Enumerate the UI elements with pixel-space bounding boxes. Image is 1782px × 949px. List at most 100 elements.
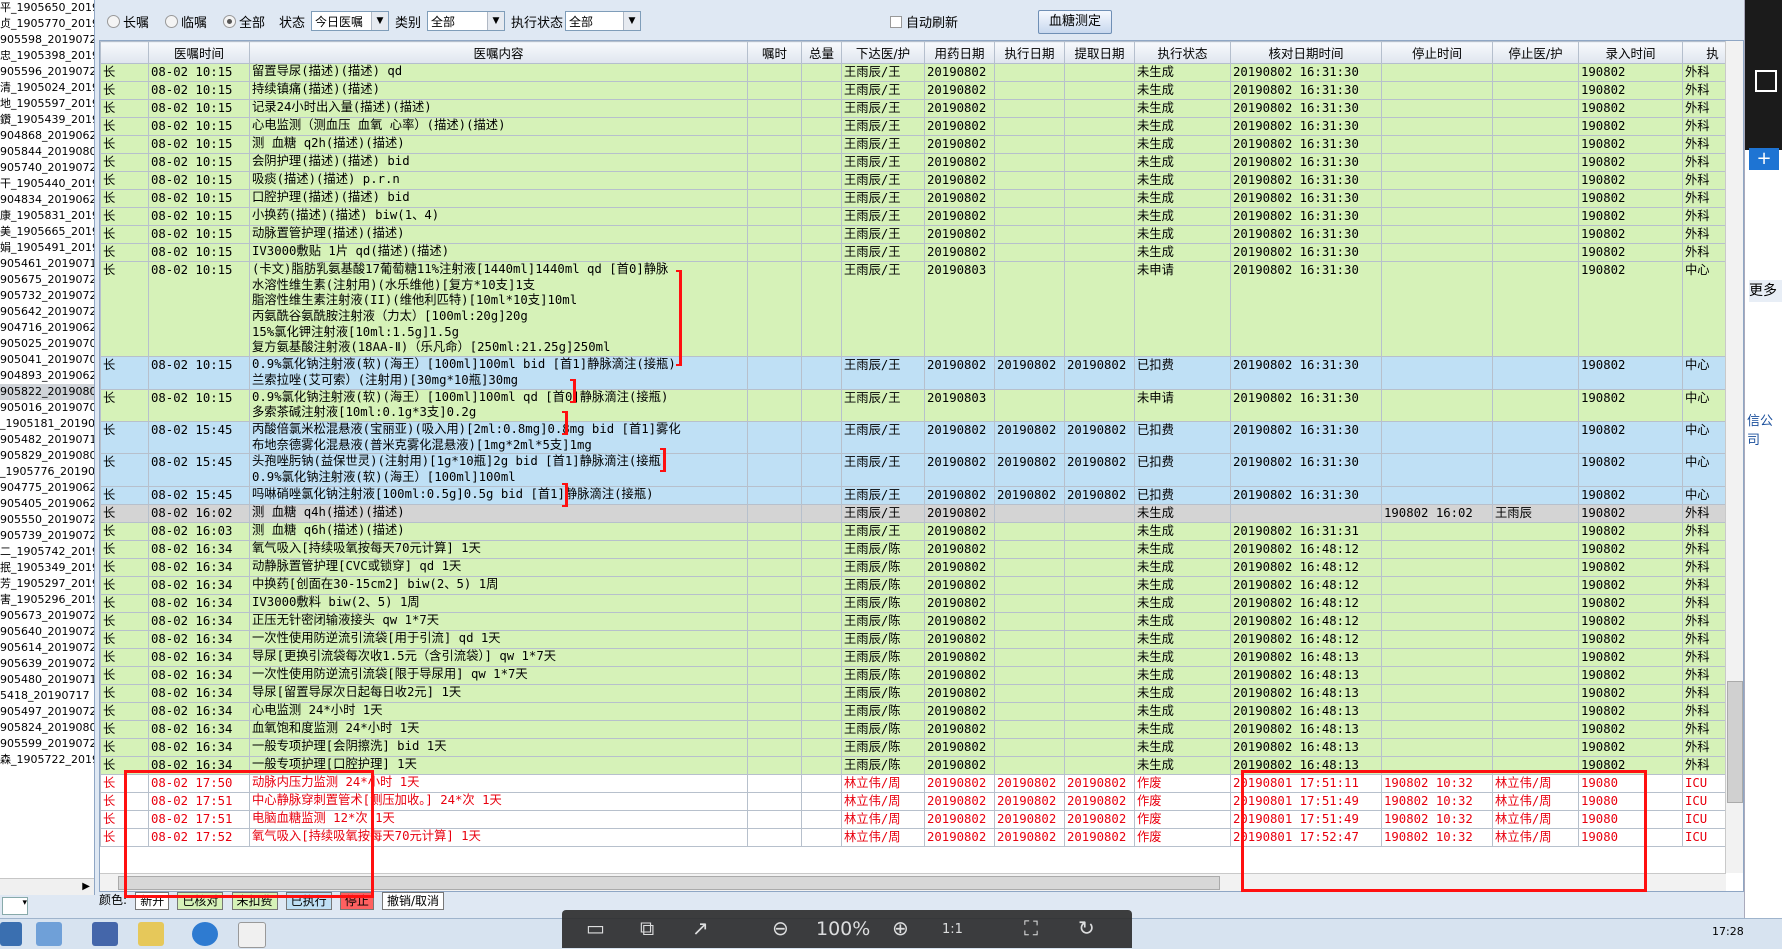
patient-list-item[interactable]: 清_1905024_20190 (0, 80, 94, 96)
patient-list-item[interactable]: _1905181_2019070 (0, 416, 94, 432)
order-row[interactable]: 长 08-02 16:34 一次性使用防逆流引流袋[用于引流] qd 1天 王雨辰/陈… (100, 629, 1743, 649)
share-icon[interactable]: ↗ (692, 916, 709, 940)
order-row[interactable]: 长 08-02 16:34 心电监测 24*小时 1天 王雨辰/陈 20190802 未生… (100, 701, 1743, 721)
patient-list-item[interactable]: 905599_20190723 (0, 736, 94, 752)
chevron-right-icon[interactable]: ▶ (82, 881, 90, 892)
order-row[interactable]: 长 08-02 10:15 会阴护理(描述)(描述) bid 王雨辰/王 2019080… (100, 153, 1743, 172)
patient-list-item[interactable]: 904868_20190627 (0, 128, 94, 144)
doctor-app-icon[interactable] (238, 922, 266, 948)
order-row[interactable]: 长 08-02 16:02 测 血糖 q4h(描述)(描述) 王雨辰/王 2019080… (100, 503, 1743, 523)
patient-list-item[interactable]: 干_1905440_20190 (0, 176, 94, 192)
order-row[interactable]: 长 08-02 15:45 头孢唑肟钠(益保世灵)(注射用)[1g*10瓶]2g b… (100, 453, 1743, 487)
order-row[interactable]: 长 08-02 16:34 中换药[创面在30-15cm2] biw(2、5) 1周… (100, 575, 1743, 595)
column-header[interactable]: 录入时间 (1578, 41, 1683, 64)
column-header[interactable]: 执行日期 (994, 41, 1065, 64)
column-header[interactable]: 停止医/护 (1492, 41, 1579, 64)
order-row[interactable]: 长 08-02 10:15 IV3000敷贴 1片 qd(描述)(描述) 王雨辰/王 2… (100, 243, 1743, 262)
app-icon[interactable] (92, 922, 118, 946)
order-row[interactable]: 长 08-02 10:15 心电监测（测血压 血氧 心率）(描述)(描述) 王雨辰/王… (100, 117, 1743, 136)
order-row[interactable]: 长 08-02 16:03 测 血糖 q6h(描述)(描述) 王雨辰/王 2019080… (100, 521, 1743, 541)
order-row[interactable]: 长 08-02 10:15 0.9%氯化钠注射液(软)(海王）[100ml]100m… (100, 356, 1743, 390)
order-row[interactable]: 长 08-02 10:15 0.9%氯化钠注射液(软)(海王）[100ml]100m… (100, 388, 1743, 422)
patient-list-item[interactable]: 905673_20190725 (0, 608, 94, 624)
category-select[interactable]: 全部 ▼ (427, 11, 505, 31)
order-row[interactable]: 长 08-02 16:34 氧气吸入[持续吸氧按每天70元计算] 1天 王雨辰/陈 20… (100, 539, 1743, 559)
chevron-down-icon[interactable]: ▼ (623, 12, 640, 30)
patient-list-item[interactable]: 905025_20190703 (0, 336, 94, 352)
add-icon[interactable]: + (1749, 148, 1779, 170)
order-row[interactable]: 长 08-02 10:15 吸痰(描述)(描述) p.r.n 王雨辰/王 2019080… (100, 171, 1743, 190)
patient-list-item[interactable]: 5418_20190717 (0, 688, 94, 704)
radio-all[interactable]: 全部 (223, 12, 265, 31)
patient-filter-select[interactable]: ▾ (2, 897, 28, 915)
patient-list-item[interactable]: 905041_20190703 (0, 352, 94, 368)
order-row[interactable]: 长 08-02 10:15 测 血糖 q2h(描述)(描述) 王雨辰/王 2019080… (100, 135, 1743, 154)
patient-list-item[interactable]: 905614_20190724 (0, 640, 94, 656)
column-header[interactable]: 执行状态 (1134, 41, 1231, 64)
column-header[interactable]: 医嘱时间 (148, 41, 250, 64)
order-row[interactable]: 长 08-02 16:34 IV3000敷料 biw(2、5) 1周 王雨辰/陈 201… (100, 593, 1743, 613)
patient-list-item[interactable]: 二_1905742_20190 (0, 544, 94, 560)
patient-list-item[interactable]: 905480_20190719 (0, 672, 94, 688)
patient-list-scrollbar[interactable]: ▶ (0, 878, 94, 895)
order-row[interactable]: 长 08-02 16:34 一次性使用防逆流引流袋[限于导尿用] qw 1*7天 王雨… (100, 665, 1743, 685)
zoom-in-icon[interactable]: ⊕ (892, 916, 909, 940)
patient-list-item[interactable]: 905640_20190724 (0, 624, 94, 640)
column-header[interactable]: 下达医/护 (841, 41, 925, 64)
patient-list-item[interactable]: 905639_20190724 (0, 656, 94, 672)
column-header[interactable]: 用药日期 (924, 41, 995, 64)
patient-list-item[interactable]: 904834_20190626 (0, 192, 94, 208)
patient-list-item[interactable]: 905596_20190723 (0, 64, 94, 80)
patient-list-item[interactable]: 平_1905650_20190 (0, 0, 94, 16)
folder-icon[interactable] (138, 922, 164, 946)
patient-list-item[interactable]: 905550_20190722 (0, 512, 94, 528)
exec-status-select[interactable]: 全部 ▼ (565, 11, 641, 31)
order-row[interactable]: 长 08-02 16:34 导尿[留置导尿次日起每日收2元] 1天 王雨辰/陈 2019… (100, 683, 1743, 703)
order-row[interactable]: 长 08-02 10:15 动脉置管护理(描述)(描述) 王雨辰/王 20190802 未… (100, 225, 1743, 244)
glucose-test-button[interactable]: 血糖测定 (1038, 10, 1112, 34)
patient-list-item[interactable]: 905405_20190625 (0, 496, 94, 512)
order-row[interactable]: 长 08-02 16:34 正压无针密闭输液接头 qw 1*7天 王雨辰/陈 20190… (100, 611, 1743, 631)
order-row[interactable]: 长 08-02 15:45 吗啉硝唑氯化钠注射液[100ml:0.5g]0.5g b… (100, 485, 1743, 505)
more-link[interactable]: 更多 (1749, 280, 1782, 302)
order-row[interactable]: 长 08-02 16:34 动静脉置管护理[CVC或锁穿] qd 1天 王雨辰/陈 20… (100, 557, 1743, 577)
patient-list-item[interactable]: 905740_20190729 (0, 160, 94, 176)
patient-list-item[interactable]: 905829_20190801 (0, 448, 94, 464)
order-row[interactable]: 长 08-02 10:15 (卡文)脂肪乳氨基酸17葡萄糖11%注射液[1440ml… (100, 260, 1743, 358)
zoom-out-icon[interactable]: ⊖ (772, 916, 789, 940)
patient-list-item[interactable]: 904775_20190624 (0, 480, 94, 496)
column-header[interactable]: 总量 (801, 41, 842, 64)
patient-list-item[interactable]: _1905776_2019073 (0, 464, 94, 480)
patient-list-item[interactable]: 905739_20190729 (0, 528, 94, 544)
patient-list-item[interactable]: 抿_1905349_20190 (0, 560, 94, 576)
column-header[interactable]: 医嘱内容 (249, 41, 748, 64)
patient-list-item[interactable]: 905675_20190725 (0, 272, 94, 288)
patient-list-item[interactable]: 贞_1905770_20190 (0, 16, 94, 32)
order-row[interactable]: 长 08-02 10:15 留置导尿(描述)(描述) qd 王雨辰/王 20190802… (100, 63, 1743, 82)
column-header[interactable]: 核对日期时间 (1230, 41, 1382, 64)
patient-list-item[interactable]: 905461_20190718 (0, 256, 94, 272)
patient-list-item[interactable]: 忠_1905398_20190 (0, 48, 94, 64)
patient-list-item[interactable]: 康_1905831_20190 (0, 208, 94, 224)
order-row[interactable]: 长 08-02 10:15 小换药(描述)(描述) biw(1、4) 王雨辰/王 201… (100, 207, 1743, 226)
patient-list-item[interactable]: 905482_20190719 (0, 432, 94, 448)
crop-icon[interactable]: ⧉ (640, 916, 654, 940)
patient-list-item[interactable]: 905822_20190801 (0, 384, 94, 400)
column-header[interactable]: 停止时间 (1381, 41, 1493, 64)
patient-list-item[interactable]: 905732_20190729 (0, 288, 94, 304)
actual-size-button[interactable]: 1:1 (942, 922, 963, 937)
column-header[interactable]: 提取日期 (1064, 41, 1135, 64)
patient-list-item[interactable]: 905844_20190802 (0, 144, 94, 160)
column-header[interactable]: 嘱时 (747, 41, 802, 64)
scroll-thumb[interactable] (1727, 681, 1743, 803)
auto-refresh-checkbox[interactable]: 自动刷新 (890, 12, 958, 31)
save-icon[interactable]: ▭ (586, 916, 605, 940)
order-row[interactable]: 长 08-02 16:34 导尿[更换引流袋每次收1.5元（含引流袋）] qw 1*… (100, 647, 1743, 667)
order-row[interactable]: 长 08-02 15:45 丙酸倍氯米松混悬液(宝丽亚)(吸入用)[2ml:0.8m… (100, 420, 1743, 455)
chevron-down-icon[interactable]: ▼ (371, 12, 388, 30)
patient-list-item[interactable]: 904893_20190628 (0, 368, 94, 384)
grid-vertical-scrollbar[interactable] (1725, 41, 1743, 873)
rotate-icon[interactable]: ↻ (1078, 916, 1095, 940)
patient-list-item[interactable]: 905598_20190723 (0, 32, 94, 48)
patient-list-item[interactable]: 森_1905722_20190 (0, 752, 94, 768)
